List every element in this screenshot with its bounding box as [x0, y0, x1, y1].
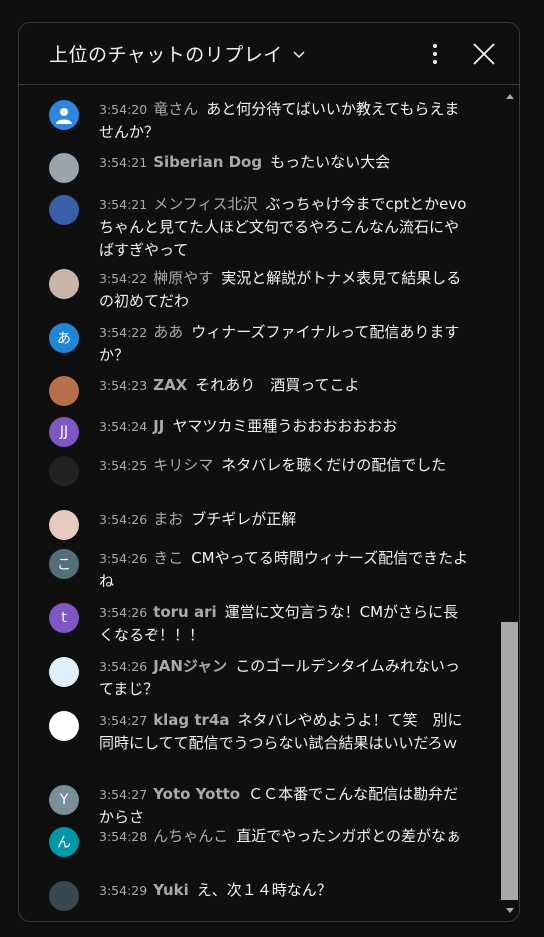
- message-body: 3:54:27 Yoto Yotto ＣＣ本番でこんな配信は勘弁だからさ: [99, 783, 471, 829]
- message-timestamp: 3:54:27: [99, 713, 148, 728]
- message-timestamp: 3:54:22: [99, 325, 148, 340]
- message-author[interactable]: まお: [153, 510, 183, 528]
- avatar[interactable]: [49, 269, 79, 299]
- scrollbar[interactable]: [500, 86, 519, 921]
- message-author[interactable]: きこ: [153, 549, 183, 567]
- message-timestamp: 3:54:26: [99, 605, 148, 620]
- message-timestamp: 3:54:26: [99, 512, 148, 527]
- chat-replay-panel: 上位のチャットのリプレイ 3:54:20 竜さん あと何分待てばいいか教えてもらえま…: [18, 22, 520, 922]
- message-timestamp: 3:54:25: [99, 458, 148, 473]
- avatar[interactable]: JJ: [49, 417, 79, 447]
- message-body: 3:54:28 んちゃんこ 直近でやったンガポとの差がなぁ: [99, 825, 471, 848]
- more-vert-icon[interactable]: [423, 40, 447, 68]
- message-timestamp: 3:54:22: [99, 271, 148, 286]
- avatar[interactable]: [49, 100, 79, 130]
- scroll-down-arrow-icon[interactable]: [506, 908, 514, 913]
- message-text: ブチギレが正解: [191, 510, 297, 528]
- person-icon: [56, 108, 72, 124]
- message-author[interactable]: 榊原やす: [153, 269, 213, 287]
- scroll-up-arrow-icon[interactable]: [506, 94, 514, 99]
- message-author[interactable]: ああ: [153, 323, 183, 341]
- message-timestamp: 3:54:21: [99, 155, 148, 170]
- message-author[interactable]: メンフィス北沢: [153, 195, 257, 213]
- avatar-initial: こ: [57, 557, 71, 573]
- message-body: 3:54:26 きこ CMやってる時間ウィナーズ配信できたよね: [99, 547, 471, 593]
- avatar[interactable]: [49, 657, 79, 687]
- message-body: 3:54:29 Yuki え、次１４時なん？: [99, 879, 471, 902]
- message-text: 直近でやったンガポとの差がなぁ: [236, 827, 462, 845]
- message-body: 3:54:23 ZAX それあり 酒買ってこよ: [99, 374, 471, 397]
- message-author[interactable]: 竜さん: [153, 100, 198, 118]
- message-body: 3:54:26 JANジャン このゴールデンタイムみれないってまじ？: [99, 655, 471, 701]
- avatar-initial: Y: [59, 792, 69, 808]
- avatar[interactable]: こ: [49, 549, 79, 579]
- avatar[interactable]: [49, 510, 79, 540]
- message-text: もったいない大会: [270, 153, 391, 171]
- avatar[interactable]: [49, 881, 79, 911]
- avatar[interactable]: あ: [49, 323, 79, 353]
- message-author[interactable]: ZAX: [153, 376, 187, 394]
- message-timestamp: 3:54:27: [99, 787, 148, 802]
- message-body: 3:54:26 toru ari 運営に文句言うな！CMがさらに長くなるぞ！！！: [99, 601, 471, 647]
- message-timestamp: 3:54:28: [99, 829, 148, 844]
- avatar[interactable]: [49, 711, 79, 741]
- message-body: 3:54:25 キリシマ ネタバレを聴くだけの配信でした: [99, 454, 471, 477]
- message-body: 3:54:27 klag tr4a ネタバレやめようよ！て笑 別に同時にしてて配信で…: [99, 709, 471, 755]
- message-author[interactable]: Siberian Dog: [153, 153, 262, 171]
- avatar-initial: JJ: [59, 424, 69, 440]
- message-author[interactable]: JJ: [153, 417, 164, 435]
- close-icon[interactable]: [470, 40, 498, 68]
- chat-message-list[interactable]: 3:54:20 竜さん あと何分待てばいいか教えてもらえませんか？ 3:54:21 Si…: [19, 86, 497, 921]
- message-text: ネタバレを聴くだけの配信でした: [221, 456, 447, 474]
- avatar[interactable]: [49, 195, 79, 225]
- message-text: それあり 酒買ってこよ: [195, 376, 360, 394]
- message-timestamp: 3:54:20: [99, 102, 148, 117]
- message-author[interactable]: んちゃんこ: [153, 827, 228, 845]
- message-body: 3:54:24 JJ ヤマツカミ亜種うおおおおおおお: [99, 415, 471, 438]
- scrollbar-thumb[interactable]: [501, 622, 518, 900]
- avatar[interactable]: Y: [49, 785, 79, 815]
- message-body: 3:54:21 Siberian Dog もったいない大会: [99, 151, 471, 174]
- chat-header: 上位のチャットのリプレイ: [19, 23, 519, 85]
- message-body: 3:54:21 メンフィス北沢 ぶっちゃけ今までcptとかevoちゃんと見てた人ほど…: [99, 193, 471, 262]
- avatar[interactable]: [49, 153, 79, 183]
- message-author[interactable]: JANジャン: [153, 657, 227, 675]
- chat-mode-dropdown[interactable]: 上位のチャットのリプレイ: [49, 40, 307, 67]
- avatar[interactable]: [49, 376, 79, 406]
- avatar[interactable]: ん: [49, 827, 79, 857]
- message-body: 3:54:22 榊原やす 実況と解説がトナメ表見て結果しるの初めてだわ: [99, 267, 471, 313]
- message-author[interactable]: Yuki: [153, 881, 189, 899]
- message-author[interactable]: klag tr4a: [153, 711, 229, 729]
- message-author[interactable]: Yoto Yotto: [153, 785, 240, 803]
- avatar-initial: あ: [57, 331, 71, 347]
- message-author[interactable]: toru ari: [153, 603, 216, 621]
- message-text: え、次１４時なん？: [196, 881, 332, 899]
- message-body: 3:54:26 まお ブチギレが正解: [99, 508, 471, 531]
- avatar[interactable]: [49, 456, 79, 486]
- avatar-initial: ん: [57, 835, 71, 851]
- message-timestamp: 3:54:21: [99, 197, 148, 212]
- message-author[interactable]: キリシマ: [153, 456, 213, 474]
- message-timestamp: 3:54:29: [99, 883, 148, 898]
- message-timestamp: 3:54:24: [99, 419, 148, 434]
- message-timestamp: 3:54:26: [99, 659, 148, 674]
- avatar[interactable]: t: [49, 603, 79, 633]
- message-text: ヤマツカミ亜種うおおおおおおお: [172, 417, 398, 435]
- message-body: 3:54:22 ああ ウィナーズファイナルって配信ありますか？: [99, 321, 471, 367]
- message-timestamp: 3:54:23: [99, 378, 148, 393]
- chevron-down-icon: [293, 50, 305, 58]
- message-timestamp: 3:54:26: [99, 551, 148, 566]
- message-body: 3:54:20 竜さん あと何分待てばいいか教えてもらえませんか？: [99, 98, 471, 144]
- chat-title: 上位のチャットのリプレイ: [49, 44, 283, 66]
- avatar-initial: t: [61, 610, 67, 626]
